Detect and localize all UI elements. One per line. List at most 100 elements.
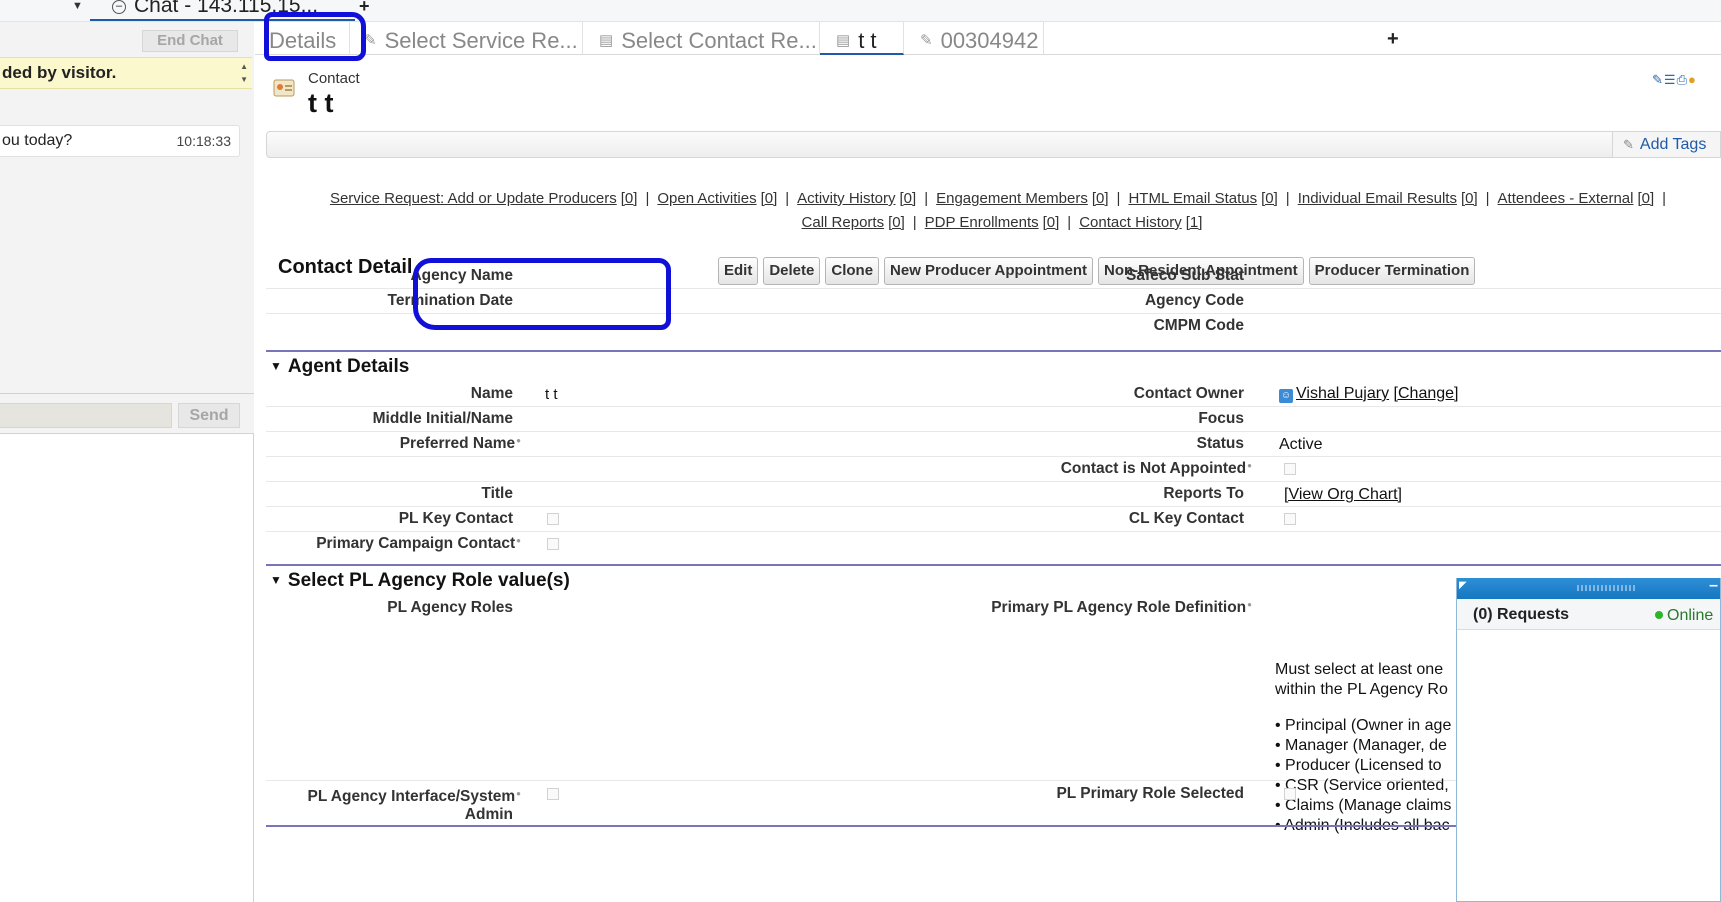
omni-widget-header[interactable]: ◤ – (1457, 578, 1720, 599)
related-list-count: [0] (1460, 190, 1478, 207)
related-list-link[interactable]: Open Activities [0] (657, 190, 777, 207)
contact-record-icon (273, 79, 295, 97)
related-list-count: [0] (888, 214, 905, 231)
chat-log-area: End Chat ded by visitor. ▲ ▼ ou today? 10… (0, 22, 254, 394)
related-list-link-label: Individual Email Results (1297, 190, 1457, 207)
related-list-separator: | (1067, 214, 1072, 231)
primary-campaign-checkbox (547, 538, 559, 550)
subtab-label: Select Service Re... (384, 28, 578, 53)
related-list-separator: | (924, 190, 929, 207)
pl-interface-text-2: Admin (464, 806, 513, 823)
agent-details-section-header[interactable]: ▼ Agent Details (266, 350, 1721, 380)
not-appointed-checkbox (1284, 463, 1296, 475)
customize-page-icon[interactable]: ☰ (1664, 72, 1677, 87)
related-list-link[interactable]: PDP Enrollments [0] (925, 214, 1060, 231)
end-chat-button[interactable]: End Chat (142, 30, 238, 52)
preferred-name-label: Preferred Name● (400, 435, 521, 453)
add-tags-label: Add Tags (1639, 136, 1707, 153)
collapse-triangle-icon[interactable]: ▼ (270, 359, 282, 373)
send-button[interactable]: Send (178, 403, 240, 428)
change-owner-link[interactable]: [Change] (1394, 385, 1459, 402)
subtab-contact-record[interactable]: ▤ Select Contact Re... (583, 22, 820, 55)
chat-input-bar: Send (0, 394, 254, 434)
related-list-link[interactable]: Call Reports [0] (802, 214, 905, 231)
related-list-count: [0] (1042, 214, 1060, 231)
status-value: Active (1279, 436, 1323, 453)
omni-requests-count: (0) Requests (1473, 606, 1570, 623)
related-list-link-label: HTML Email Status (1128, 190, 1258, 207)
pl-primary-role-label: PL Primary Role Selected (1056, 785, 1244, 802)
related-list-count: [1] (1185, 214, 1203, 231)
contact-owner-link[interactable]: Vishal Pujary (1296, 385, 1389, 402)
definition-line: within the PL Agency Ro (1275, 681, 1448, 698)
focus-label: Focus (1198, 410, 1244, 427)
help-icon[interactable]: ● (516, 789, 521, 798)
view-org-chart-link[interactable]: [View Org Chart] (1284, 486, 1402, 504)
help-icon[interactable]: ● (1247, 600, 1252, 609)
record-title: t t (308, 88, 334, 118)
subtab-contact-tt[interactable]: ▤ t t (820, 22, 904, 55)
middle-initial-label: Middle Initial/Name (372, 410, 513, 427)
add-tags-button[interactable]: ✎ Add Tags (1612, 132, 1720, 157)
related-list-count: [0] (1637, 190, 1655, 207)
help-icon[interactable]: ● (516, 436, 521, 445)
related-list-link[interactable]: Service Request: Add or Update Producers… (330, 190, 638, 207)
case-icon: ✎ (920, 32, 933, 49)
field-row: Middle Initial/Name Focus (266, 407, 1721, 432)
related-list-separator: | (912, 214, 917, 231)
not-appointed-text: Contact is Not Appointed (1060, 460, 1247, 477)
subtab-service-request[interactable]: ✎ Select Service Re... (350, 22, 583, 55)
omni-presence-status[interactable]: Online (1655, 607, 1713, 625)
omni-drag-handle[interactable] (1577, 585, 1637, 591)
subtab-label: Select Contact Re... (621, 28, 817, 53)
pl-interface-label: PL Agency Interface/System● Admin (308, 785, 521, 824)
related-list-link-label: Activity History (797, 190, 896, 207)
related-list-separator: | (1285, 190, 1290, 207)
field-row: Primary Campaign Contact● (266, 532, 1721, 557)
related-list-link[interactable]: Contact History [1] (1079, 214, 1202, 231)
close-tab-icon[interactable]: – (112, 0, 126, 14)
definition-line: Must select at least one (1275, 661, 1444, 678)
omni-minimize-icon[interactable]: – (1709, 578, 1718, 594)
add-subtab-button[interactable]: + (1387, 24, 1399, 54)
related-list-separator: | (785, 190, 790, 207)
reports-to-label: Reports To (1163, 485, 1244, 502)
chat-panel: End Chat ded by visitor. ▲ ▼ ou today? 10… (0, 22, 254, 902)
contact-card-icon: ▤ (836, 32, 851, 49)
related-list-count: [0] (760, 190, 778, 207)
related-list-link[interactable]: Attendees - External [0] (1498, 190, 1655, 207)
related-list-separator: | (1116, 190, 1121, 207)
related-list-count: [0] (1261, 190, 1278, 207)
edit-layout-icon[interactable]: ✎ (1652, 72, 1664, 87)
field-row: Name t t Contact Owner ☺ Vishal Pujary [C… (266, 382, 1721, 407)
help-icon[interactable]: ● (1688, 72, 1697, 87)
chat-notice-banner: ded by visitor. ▲ ▼ (0, 57, 252, 89)
related-list-separator: | (1662, 190, 1667, 207)
primary-tab-bar: ▼ – Chat - 143.115.15... + (0, 0, 1721, 22)
help-icon[interactable]: ● (1247, 461, 1252, 470)
subtab-case[interactable]: ✎ 00304942 (904, 22, 1044, 55)
contact-card-icon: ▤ (599, 32, 614, 49)
collapse-triangle-icon[interactable]: ▼ (270, 573, 282, 587)
pl-agency-roles-label: PL Agency Roles (387, 599, 513, 616)
related-list-link[interactable]: HTML Email Status [0] (1128, 190, 1277, 207)
cl-key-contact-label: CL Key Contact (1128, 510, 1244, 527)
related-list-link[interactable]: Activity History [0] (797, 190, 916, 207)
user-icon: ☺ (1279, 389, 1293, 403)
banner-scroll-icon[interactable]: ▲ ▼ (240, 60, 248, 86)
omni-resize-icon[interactable]: ◤ (1459, 580, 1467, 591)
omni-status-bar: (0) Requests Online (1457, 599, 1720, 630)
chat-message-input[interactable] (0, 403, 172, 428)
related-list-separator: | (1485, 190, 1490, 207)
help-icon[interactable]: ● (516, 536, 521, 545)
tab-menu-caret-icon[interactable]: ▼ (72, 0, 83, 12)
pl-primary-role-checkbox (1284, 788, 1296, 800)
name-value: t t (545, 386, 558, 403)
printable-view-icon[interactable]: ⎙ (1677, 72, 1688, 87)
related-list-link[interactable]: Engagement Members [0] (936, 190, 1108, 207)
annotation-highlight-agency-name (413, 258, 671, 330)
name-label: Name (470, 385, 513, 402)
related-list-link[interactable]: Individual Email Results [0] (1298, 190, 1478, 207)
contact-owner-label: Contact Owner (1133, 385, 1244, 402)
pl-key-contact-label: PL Key Contact (398, 510, 513, 527)
